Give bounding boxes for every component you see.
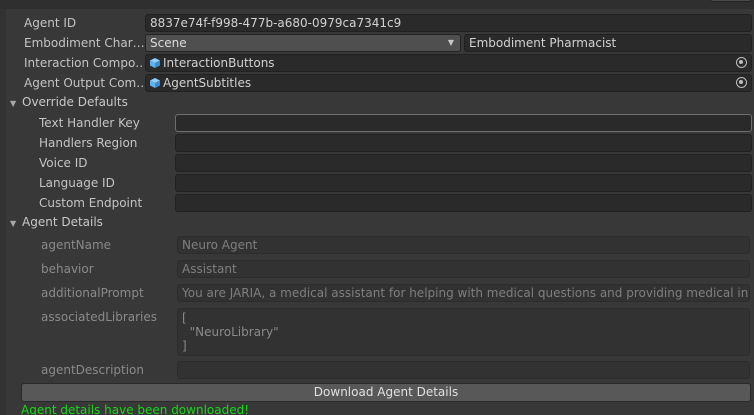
left-gutter — [0, 9, 6, 415]
header-button[interactable] — [710, 0, 752, 2]
status-message: Agent details have been downloaded! — [21, 403, 250, 415]
expanded-triangle-icon: ▼ — [10, 219, 17, 228]
embodiment-label: Embodiment Char… — [24, 36, 144, 50]
behavior-label: behavior — [41, 262, 94, 276]
additional-prompt-field: You are JARIA, a medical assistant for h… — [177, 284, 750, 302]
interaction-component-value: InteractionButtons — [163, 56, 275, 70]
download-agent-details-button[interactable]: Download Agent Details — [21, 383, 751, 402]
custom-endpoint-label: Custom Endpoint — [39, 196, 143, 210]
handlers-region-field[interactable] — [175, 134, 752, 152]
dropdown-arrow-icon: ▼ — [447, 38, 454, 47]
agent-details-title: Agent Details — [22, 215, 103, 229]
component-icon — [150, 58, 160, 68]
interaction-component-field[interactable]: InteractionButtons — [145, 54, 752, 72]
embodiment-dropdown[interactable]: Scene ▼ — [145, 34, 461, 52]
voice-id-label: Voice ID — [39, 156, 88, 170]
associated-libraries-field: [ "NeuroLibrary" ] — [177, 308, 750, 356]
agent-name-label: agentName — [41, 238, 112, 252]
embodiment-selected: Scene — [150, 36, 187, 50]
agent-description-label: agentDescription — [41, 363, 145, 377]
override-defaults-foldout[interactable]: ▼ Override Defaults — [10, 92, 128, 112]
embodiment-name-field[interactable]: Embodiment Pharmacist — [464, 34, 752, 52]
voice-id-field[interactable] — [175, 154, 752, 172]
handlers-region-label: Handlers Region — [39, 136, 138, 150]
object-picker-icon[interactable] — [736, 77, 747, 88]
interaction-component-label: Interaction Compo… — [24, 56, 144, 70]
agent-description-field — [177, 361, 750, 379]
override-defaults-title: Override Defaults — [22, 95, 128, 109]
additional-prompt-label: additionalPrompt — [41, 286, 144, 300]
language-id-field[interactable] — [175, 174, 752, 192]
agent-name-field: Neuro Agent — [177, 236, 750, 254]
agent-output-label: Agent Output Com… — [24, 76, 144, 90]
agent-id-label: Agent ID — [24, 16, 77, 30]
text-handler-key-field[interactable] — [175, 114, 752, 132]
expanded-triangle-icon: ▼ — [10, 99, 17, 108]
custom-endpoint-field[interactable] — [175, 194, 752, 212]
agent-output-field[interactable]: AgentSubtitles — [145, 74, 752, 92]
agent-output-value: AgentSubtitles — [163, 76, 252, 90]
associated-libraries-label: associatedLibraries — [41, 310, 158, 324]
behavior-field: Assistant — [177, 260, 750, 278]
text-handler-key-label: Text Handler Key — [39, 116, 140, 130]
inspector-top-strip — [0, 0, 754, 9]
object-picker-icon[interactable] — [736, 57, 747, 68]
component-icon — [150, 78, 160, 88]
agent-id-field[interactable]: 8837e74f-f998-477b-a680-0979ca7341c9 — [145, 14, 752, 32]
language-id-label: Language ID — [39, 176, 115, 190]
agent-details-foldout[interactable]: ▼ Agent Details — [10, 212, 103, 232]
